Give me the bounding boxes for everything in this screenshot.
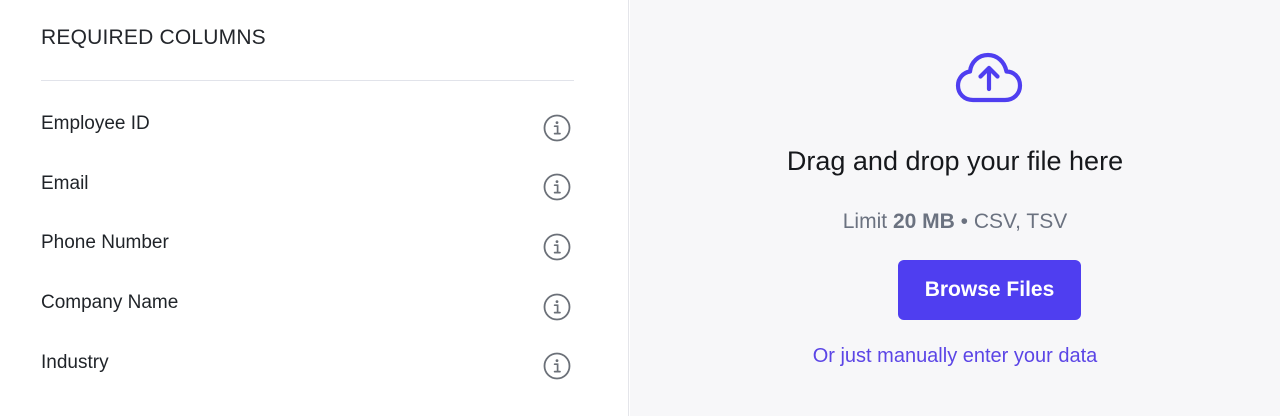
limit-prefix: Limit [842,210,888,233]
list-item: Company Name [41,275,574,335]
info-icon[interactable] [543,293,571,321]
info-icon[interactable] [543,352,571,380]
dropzone-title: Drag and drop your file here [786,146,1124,176]
column-label: Phone Number [41,232,169,254]
list-item: Email [41,156,574,216]
info-icon[interactable] [543,173,571,201]
column-label: Email [41,172,89,194]
required-columns-list: Employee ID Email Phone Number Company N… [41,96,574,394]
section-heading: REQUIRED COLUMNS [41,26,266,49]
limit-separator: • [960,210,968,233]
browse-files-button[interactable]: Browse Files [898,260,1081,320]
info-icon[interactable] [543,233,571,261]
cloud-upload-icon [953,49,1025,109]
upload-panel: Drag and drop your file here Limit 20 MB… [630,0,1280,416]
list-item: Industry [41,334,574,394]
column-label: Company Name [41,292,179,314]
list-item: Employee ID [41,96,574,156]
column-label: Industry [41,351,109,373]
list-item: Phone Number [41,215,574,275]
column-label: Employee ID [41,113,150,135]
file-dropzone[interactable]: Drag and drop your file here Limit 20 MB… [630,0,1280,416]
required-columns-panel: REQUIRED COLUMNS Employee ID Email Phone… [0,0,629,416]
divider [41,80,574,81]
limit-formats: CSV, TSV [973,210,1068,233]
file-limit-text: Limit 20 MB • CSV, TSV [596,210,1280,234]
manual-entry-link[interactable]: Or just manually enter your data [596,345,1280,368]
limit-size: 20 MB [892,210,955,233]
info-icon[interactable] [543,114,571,142]
